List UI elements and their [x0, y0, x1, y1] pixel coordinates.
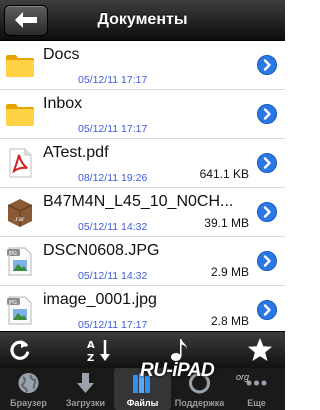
refresh-icon: [10, 340, 30, 360]
pdf-icon: [9, 148, 32, 178]
svg-text:Z: Z: [87, 353, 94, 364]
more-icon: [246, 380, 267, 386]
folder-icon: [6, 104, 34, 126]
music-note-icon: [171, 339, 187, 361]
svg-text:A: A: [87, 340, 95, 351]
file-name: B47M4N_L45_10_N0CH...: [43, 193, 234, 210]
rar-icon: .rar: [7, 199, 33, 227]
file-date: 05/12/11 17:17: [78, 123, 148, 135]
svg-text:.rar: .rar: [14, 216, 25, 223]
disclosure-chevron-icon[interactable]: [257, 104, 277, 124]
tab-files[interactable]: Файлы: [114, 368, 171, 410]
disclosure-chevron-icon[interactable]: [257, 251, 277, 271]
tab-label: Браузер: [10, 398, 47, 408]
file-date: 05/12/11 17:17: [78, 74, 148, 86]
svg-text:JPG: JPG: [8, 300, 17, 306]
back-arrow-icon: [15, 12, 37, 28]
tab-bar: Браузер Загрузки Файлы Поддержка Еще: [0, 368, 285, 410]
tab-browser[interactable]: Браузер: [0, 368, 57, 410]
file-size: 2.9 MB: [210, 265, 249, 279]
disclosure-chevron-icon[interactable]: [257, 55, 277, 75]
file-size: 39.1 MB: [204, 216, 249, 230]
disclosure-chevron-icon[interactable]: [257, 202, 277, 222]
support-icon: [189, 372, 210, 394]
navigation-bar: Документы: [0, 0, 285, 41]
sort-button[interactable]: A Z: [86, 336, 114, 364]
file-date: 08/12/11 19:26: [78, 172, 148, 184]
file-name: DSCN0608.JPG: [43, 242, 160, 259]
download-arrow-icon: [77, 373, 94, 393]
file-name: image_0001.jpg: [43, 291, 157, 308]
file-row-image-0001[interactable]: JPG image_0001.jpg 05/12/11 17:17 2.8 MB: [0, 286, 285, 331]
sort-az-icon: A Z: [87, 340, 110, 364]
refresh-button[interactable]: [6, 336, 34, 364]
tab-label: Файлы: [126, 398, 159, 408]
favorites-button[interactable]: [246, 336, 274, 364]
tab-more[interactable]: Еще: [228, 368, 285, 410]
file-list[interactable]: Docs 05/12/11 17:17 Inbox 05/12/11 17:17…: [0, 41, 285, 331]
file-date: 05/12/11 14:32: [78, 270, 148, 282]
file-name: ATest.pdf: [43, 144, 109, 161]
tab-label: Еще: [247, 398, 266, 408]
music-button[interactable]: [166, 336, 194, 364]
tab-label: Загрузки: [65, 398, 106, 408]
tab-label: Поддержка: [174, 398, 225, 408]
file-date: 05/12/11 14:32: [78, 221, 148, 233]
file-name: Inbox: [43, 95, 83, 112]
file-size: 641.1 KB: [199, 167, 249, 181]
file-name: Docs: [43, 46, 80, 63]
back-button[interactable]: [4, 5, 48, 36]
tab-support[interactable]: Поддержка: [171, 368, 228, 410]
disclosure-chevron-icon[interactable]: [257, 153, 277, 173]
files-icon: [133, 373, 150, 393]
svg-text:JPG: JPG: [8, 251, 17, 257]
file-size: 2.8 MB: [210, 314, 249, 328]
jpg-icon: JPG: [7, 296, 32, 325]
file-row-atest-pdf[interactable]: ATest.pdf 08/12/11 19:26 641.1 KB: [0, 139, 285, 188]
disclosure-chevron-icon[interactable]: [257, 300, 277, 320]
page-title: Документы: [97, 11, 188, 28]
globe-icon: [18, 373, 39, 393]
file-row-inbox[interactable]: Inbox 05/12/11 17:17: [0, 90, 285, 139]
tab-downloads[interactable]: Загрузки: [57, 368, 114, 410]
toolbar: A Z: [0, 331, 285, 368]
file-row-dscn0608[interactable]: JPG DSCN0608.JPG 05/12/11 14:32 2.9 MB: [0, 237, 285, 286]
folder-icon: [6, 55, 34, 77]
jpg-icon: JPG: [7, 247, 32, 276]
file-row-docs[interactable]: Docs 05/12/11 17:17: [0, 41, 285, 90]
file-date: 05/12/11 17:17: [78, 319, 148, 331]
star-icon: [248, 338, 272, 361]
file-row-rar-archive[interactable]: .rar B47M4N_L45_10_N0CH... 05/12/11 14:3…: [0, 188, 285, 237]
